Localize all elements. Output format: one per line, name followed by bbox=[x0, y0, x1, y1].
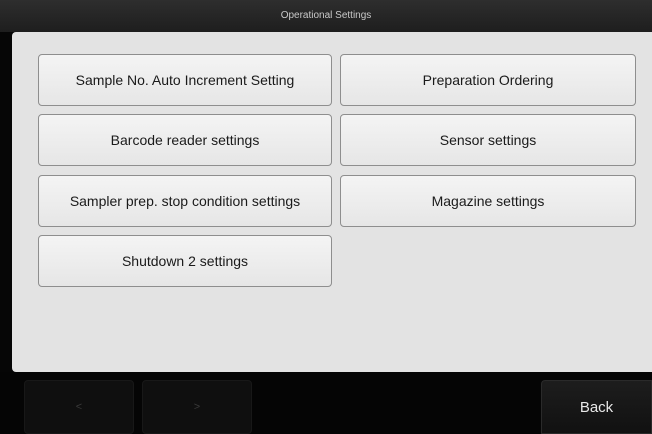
sample-no-auto-increment-button[interactable]: Sample No. Auto Increment Setting bbox=[38, 54, 332, 106]
next-page-button[interactable]: > bbox=[142, 380, 252, 434]
operational-settings-screen: Operational Settings Sample No. Auto Inc… bbox=[0, 0, 652, 434]
previous-page-button[interactable]: < bbox=[24, 380, 134, 434]
sampler-prep-stop-condition-button[interactable]: Sampler prep. stop condition settings bbox=[38, 175, 332, 227]
barcode-reader-settings-button[interactable]: Barcode reader settings bbox=[38, 114, 332, 166]
preparation-ordering-button[interactable]: Preparation Ordering bbox=[340, 54, 636, 106]
chevron-left-icon: < bbox=[75, 401, 83, 413]
magazine-settings-button[interactable]: Magazine settings bbox=[340, 175, 636, 227]
chevron-right-icon: > bbox=[193, 401, 201, 413]
window-title: Operational Settings bbox=[0, 0, 652, 32]
back-button[interactable]: Back bbox=[541, 380, 652, 434]
sensor-settings-button[interactable]: Sensor settings bbox=[340, 114, 636, 166]
shutdown-2-settings-button[interactable]: Shutdown 2 settings bbox=[38, 235, 332, 287]
settings-panel: Sample No. Auto Increment Setting Prepar… bbox=[12, 32, 652, 372]
footer-bar: < > Back bbox=[0, 372, 652, 434]
